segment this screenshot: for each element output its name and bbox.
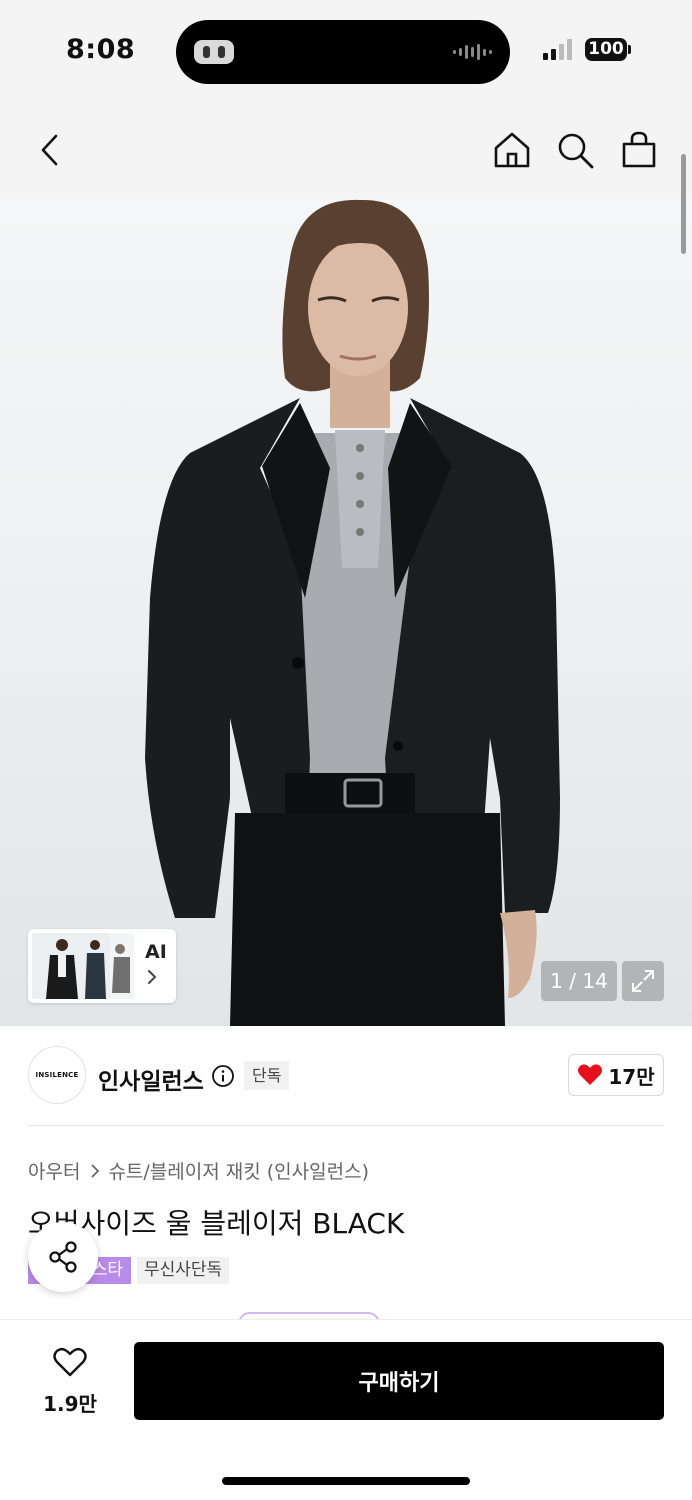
breadcrumb: 아우터 슈트/블레이저 재킷 (인사일런스) (28, 1157, 369, 1184)
brand-like-button[interactable]: 17만 (568, 1054, 664, 1096)
heart-outline-icon (53, 1347, 87, 1377)
home-indicator (222, 1477, 470, 1485)
ai-recommend-card[interactable]: AI (28, 929, 176, 1003)
share-button[interactable] (28, 1222, 98, 1292)
audio-wave-icon (453, 44, 492, 60)
brand-row: INSILENCE 인사일런스 단독 17만 (0, 1026, 692, 1126)
chevron-right-icon (90, 1163, 100, 1179)
home-icon[interactable] (490, 128, 534, 172)
breadcrumb-subcategory[interactable]: 슈트/블레이저 재킷 (인사일런스) (108, 1157, 369, 1184)
chevron-right-icon (146, 969, 158, 989)
status-bar: 8:08 100 (0, 0, 692, 100)
top-nav (0, 100, 692, 198)
image-counter: 1 / 14 (541, 961, 617, 1001)
tag-musinsa-exclusive: 무신사단독 (137, 1257, 230, 1284)
breadcrumb-category[interactable]: 아우터 (28, 1157, 80, 1184)
dynamic-island (176, 20, 510, 84)
search-icon[interactable] (553, 128, 597, 172)
brand-like-count: 17만 (608, 1064, 655, 1089)
status-time: 8:08 (66, 34, 136, 65)
back-icon[interactable] (28, 128, 72, 172)
wishlist-count: 1.9만 (43, 1392, 97, 1416)
signal-icon (543, 38, 572, 60)
ai-label: AI (145, 941, 167, 963)
buy-button[interactable]: 구매하기 (134, 1342, 664, 1420)
battery-tip (628, 45, 631, 54)
heart-filled-icon (578, 1064, 603, 1085)
earbuds-icon (194, 40, 234, 64)
battery-icon: 100 (585, 38, 627, 61)
brand-logo[interactable]: INSILENCE (28, 1046, 86, 1104)
scrollbar[interactable] (681, 154, 686, 254)
exclusive-badge: 단독 (244, 1061, 290, 1090)
share-icon (49, 1241, 77, 1273)
wishlist-button[interactable]: 1.9만 (30, 1346, 110, 1416)
cart-icon[interactable] (617, 128, 661, 172)
expand-icon[interactable] (622, 961, 664, 1001)
divider (28, 1125, 664, 1126)
bottom-action-bar: 1.9만 구매하기 (0, 1319, 692, 1500)
brand-name[interactable]: 인사일런스 (98, 1062, 204, 1096)
thumbnail-strip (32, 933, 134, 999)
product-photo (145, 199, 560, 1026)
product-image-gallery[interactable]: AI 1 / 14 (0, 198, 692, 1026)
info-icon[interactable] (211, 1064, 235, 1092)
